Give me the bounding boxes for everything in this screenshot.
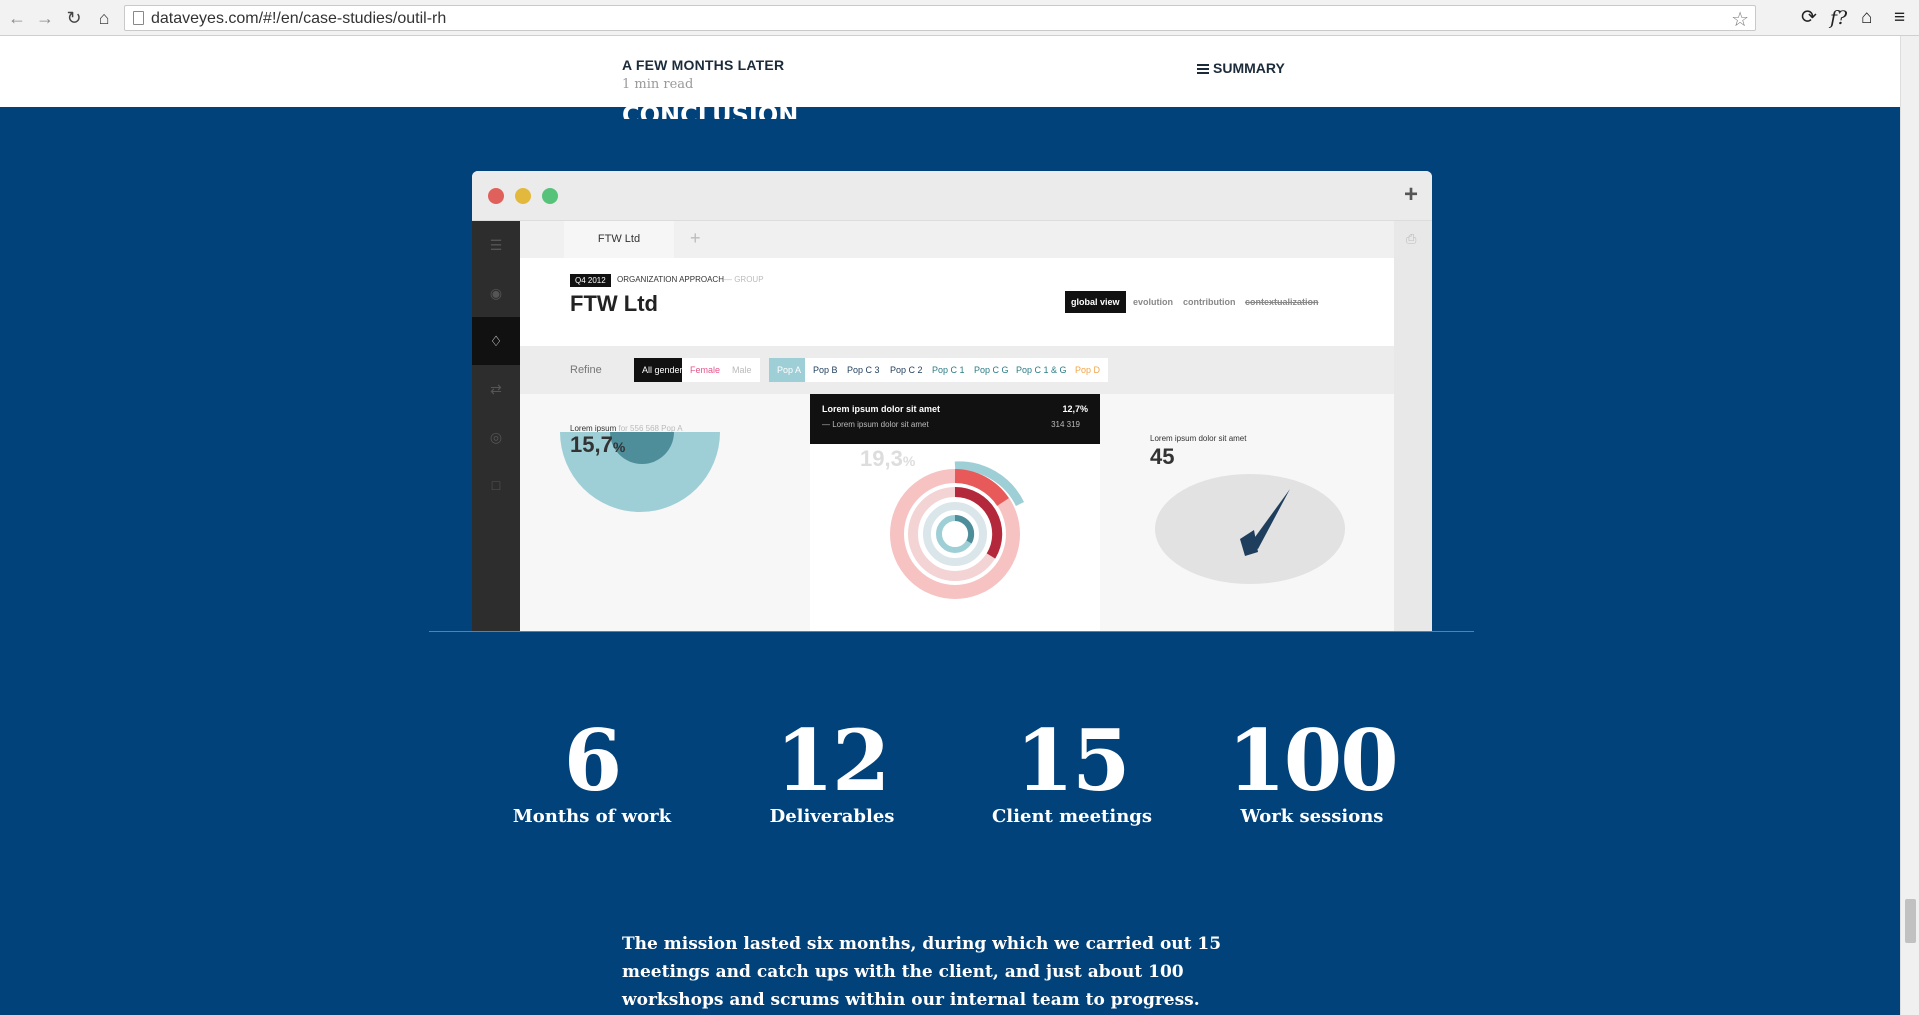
world-map-chart	[1155, 474, 1345, 584]
stat-number: 15	[1015, 711, 1131, 810]
left-panel-value: 15,7%	[570, 432, 625, 458]
stat-label: Deliverables	[769, 806, 895, 827]
menu-icon[interactable]: ≡	[1894, 6, 1905, 30]
target-icon: ◎	[489, 429, 503, 445]
view-tab-contextualization: contextualization	[1245, 297, 1319, 307]
browser-toolbar: ← → ↻ ⌂ dataveyes.com/#!/en/case-studies…	[0, 0, 1919, 36]
conclusion-paragraph: The mission lasted six months, during wh…	[622, 934, 1222, 1010]
stat-number: 100	[1227, 711, 1398, 810]
section-heading: CONCLUSION	[622, 101, 799, 119]
chip-pop-d: Pop D	[1067, 358, 1109, 382]
list-icon: ☰	[489, 237, 503, 253]
print-icon: ⎙	[1406, 231, 1417, 246]
mockup-titlebar: +	[472, 171, 1432, 221]
approach-main: ORGANIZATION APPROACH	[617, 275, 724, 284]
mockup-content: Q4 2012 ORGANIZATION APPROACH— GROUP FTW…	[520, 258, 1394, 631]
tooltip-sub-value: 314 319	[1051, 420, 1080, 429]
right-panel-label: Lorem ipsum dolor sit amet	[1150, 434, 1247, 443]
mockup-divider	[429, 631, 1474, 632]
maximize-dot-icon	[542, 188, 558, 204]
arrows-icon: ⇄	[490, 381, 502, 397]
left-panel-value-unit: %	[612, 439, 626, 455]
font-extension-icon[interactable]: f?	[1830, 6, 1847, 30]
chart-tooltip: Lorem ipsum dolor sit amet 12,7% — Lorem…	[810, 394, 1100, 444]
chip-male: Male	[724, 358, 760, 382]
mockup-right-column: ⎙	[1394, 221, 1432, 631]
view-tab-global: global view	[1065, 291, 1126, 313]
stat-label: Months of work	[512, 806, 672, 827]
url-text[interactable]: dataveyes.com/#!/en/case-studies/outil-r…	[151, 10, 446, 28]
page-icon	[133, 11, 144, 25]
chip-pop-c3: Pop C 3	[839, 358, 888, 382]
close-dot-icon	[488, 188, 504, 204]
mockup-sidebar: ☰ ◉ ♢ ⇄ ◎ □	[472, 221, 520, 631]
tooltip-sub: — Lorem ipsum dolor sit amet	[822, 420, 929, 429]
view-tab-contribution: contribution	[1183, 297, 1236, 307]
hamburger-icon	[1197, 64, 1209, 74]
tooltip-title: Lorem ipsum dolor sit amet	[822, 404, 941, 414]
right-chart-panel: Lorem ipsum dolor sit amet 45	[1100, 394, 1394, 631]
chip-pop-c1g: Pop C 1 & G	[1008, 358, 1075, 382]
mockup-tab: FTW Ltd	[564, 221, 674, 258]
home-extension-icon[interactable]: ⌂	[1861, 6, 1872, 30]
page-scrollbar[interactable]	[1900, 36, 1919, 1015]
plus-icon: +	[1403, 181, 1418, 208]
extension-icon[interactable]: ⟳	[1801, 6, 1817, 30]
refine-label: Refine	[570, 364, 602, 376]
left-panel-value-number: 15,7	[570, 432, 613, 457]
forward-icon[interactable]: →	[34, 7, 56, 29]
scrollbar-thumb[interactable]	[1905, 899, 1916, 943]
current-section-title: A FEW MONTHS LATER	[622, 57, 785, 73]
left-chart-panel: Lorem ipsum for 556 568 Pop A 15,7%	[520, 394, 810, 631]
minimize-dot-icon	[515, 188, 531, 204]
chip-female: Female	[682, 358, 729, 382]
app-mockup-image: + ☰ ◉ ♢ ⇄ ◎ □ FTW Ltd + ⎙ Q4 2012 ORGANI…	[472, 171, 1432, 631]
stat-months: 6 Months of work	[492, 716, 692, 828]
reload-icon[interactable]: ↻	[63, 7, 85, 29]
address-bar[interactable]: dataveyes.com/#!/en/case-studies/outil-r…	[124, 5, 1756, 31]
stat-label: Client meetings	[991, 806, 1153, 827]
mockup-tabbar: FTW Ltd +	[520, 221, 1432, 258]
stat-client-meetings: 15 Client meetings	[972, 716, 1172, 828]
summary-label: SUMMARY	[1213, 60, 1285, 76]
org-chart-icon: ♢	[472, 317, 520, 365]
globe-icon: ◉	[489, 285, 503, 301]
site-header: A FEW MONTHS LATER 1 min read SUMMARY	[0, 36, 1900, 107]
summary-button[interactable]: SUMMARY	[1197, 60, 1285, 76]
home-icon[interactable]: ⌂	[93, 7, 115, 29]
tooltip-title-value: 12,7%	[1062, 404, 1088, 414]
chip-pop-a: Pop A	[769, 358, 810, 382]
stat-number: 12	[775, 711, 891, 810]
bookmark-star-icon[interactable]: ☆	[1731, 7, 1749, 32]
comment-icon: □	[491, 477, 501, 493]
approach-sub: — GROUP	[723, 275, 764, 284]
read-time: 1 min read	[622, 77, 694, 92]
stat-work-sessions: 100 Work sessions	[1212, 716, 1412, 828]
approach-label: ORGANIZATION APPROACH— GROUP	[617, 275, 764, 284]
view-tab-evolution: evolution	[1133, 297, 1173, 307]
stat-deliverables: 12 Deliverables	[732, 716, 932, 828]
stat-number: 6	[563, 711, 622, 810]
add-tab-icon: +	[690, 228, 701, 248]
refine-bar: Refine All gender Female Male Pop A Pop …	[520, 346, 1394, 394]
stat-label: Work sessions	[1240, 806, 1384, 827]
back-icon[interactable]: ←	[6, 7, 28, 29]
period-badge: Q4 2012	[570, 274, 611, 287]
company-name: FTW Ltd	[570, 291, 658, 316]
radial-chart	[890, 461, 1025, 599]
